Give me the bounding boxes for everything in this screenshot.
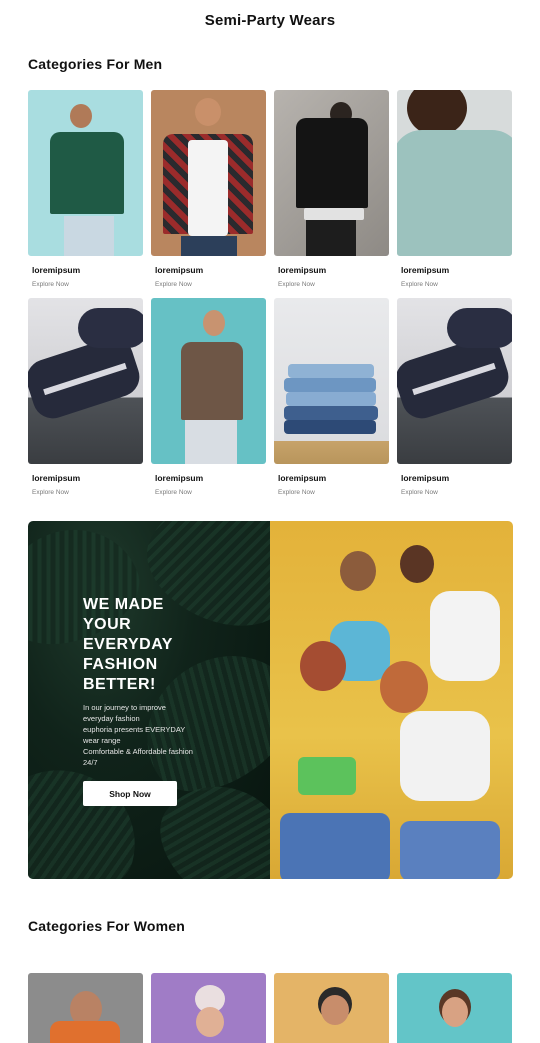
category-image [28,973,143,1043]
women-category-grid [28,973,512,1043]
women-category-card[interactable] [151,973,266,1043]
women-section-title: Categories For Women [28,918,185,934]
card-title: loremipsum [155,265,204,275]
banner-photo [270,521,513,879]
banner-description: In our journey to improve everyday fashi… [83,703,193,767]
explore-now-link[interactable]: Explore Now [32,489,143,496]
card-title: loremipsum [278,265,327,275]
card-title: loremipsum [32,473,81,483]
men-category-card[interactable]: loremipsum Explore Now [151,90,266,288]
men-category-card[interactable]: loremipsum Explore Now [274,90,389,288]
category-image [151,298,266,464]
promo-banner: WE MADE YOUR EVERYDAY FASHION BETTER! In… [28,521,513,879]
card-title: loremipsum [32,265,81,275]
banner-leaf-background: WE MADE YOUR EVERYDAY FASHION BETTER! In… [28,521,318,879]
page-title: Semi-Party Wears [204,12,336,29]
category-image [28,298,143,464]
card-title: loremipsum [401,473,450,483]
explore-now-link[interactable]: Explore Now [278,489,389,496]
explore-now-link[interactable]: Explore Now [401,489,512,496]
category-image [397,90,512,256]
explore-now-link[interactable]: Explore Now [155,281,266,288]
explore-now-link[interactable]: Explore Now [401,281,512,288]
explore-now-link[interactable]: Explore Now [32,281,143,288]
men-category-card[interactable]: loremipsum Explore Now [397,298,512,496]
men-category-card[interactable]: loremipsum Explore Now [151,298,266,496]
category-image [28,90,143,256]
men-category-card[interactable]: loremipsum Explore Now [28,90,143,288]
men-category-grid-row-1: loremipsum Explore Now loremipsum Explor… [28,90,513,288]
women-category-card[interactable] [28,973,143,1043]
women-category-card[interactable] [274,973,389,1043]
shop-now-button[interactable]: Shop Now [83,781,177,806]
card-title: loremipsum [401,265,450,275]
explore-now-link[interactable]: Explore Now [155,489,266,496]
men-section-title: Categories For Men [28,56,163,72]
banner-headline: WE MADE YOUR EVERYDAY FASHION BETTER! [83,596,173,693]
men-category-card[interactable]: loremipsum Explore Now [274,298,389,496]
explore-now-link[interactable]: Explore Now [278,281,389,288]
category-image [274,298,389,464]
men-category-card[interactable]: loremipsum Explore Now [28,298,143,496]
men-category-card[interactable]: loremipsum Explore Now [397,90,512,288]
women-category-card[interactable] [397,973,512,1043]
category-image [274,90,389,256]
card-title: loremipsum [278,473,327,483]
card-title: loremipsum [155,473,204,483]
category-image [274,973,389,1043]
category-image [151,973,266,1043]
category-image [151,90,266,256]
category-image [397,298,512,464]
category-image [397,973,512,1043]
men-category-grid-row-2: loremipsum Explore Now loremipsum Explor… [28,298,513,496]
